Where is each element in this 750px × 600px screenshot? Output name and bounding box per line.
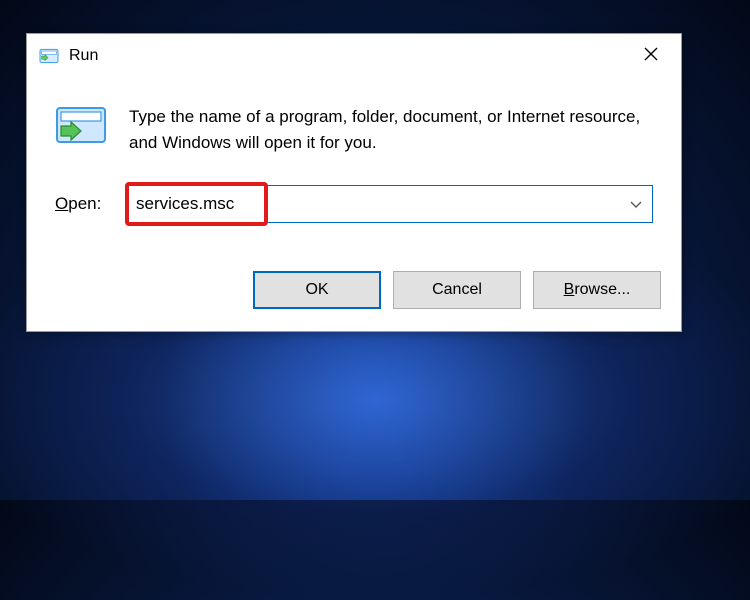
browse-button[interactable]: Browse... [533,271,661,309]
open-input[interactable] [125,185,653,223]
open-row: Open: [55,185,653,223]
run-large-icon [55,102,107,150]
close-icon [644,47,658,65]
dialog-body: Type the name of a program, folder, docu… [27,78,681,271]
open-combobox[interactable] [125,185,653,223]
run-icon [39,47,59,65]
instruction-text: Type the name of a program, folder, docu… [129,102,653,157]
titlebar: Run [27,34,681,78]
title-left: Run [39,47,98,65]
close-button[interactable] [623,36,679,76]
run-dialog: Run Type the name of a program, folder, … [26,33,682,332]
ok-button[interactable]: OK [253,271,381,309]
cancel-button[interactable]: Cancel [393,271,521,309]
button-row: OK Cancel Browse... [27,271,681,331]
instruction-row: Type the name of a program, folder, docu… [55,102,653,157]
open-label: Open: [55,194,109,214]
window-title: Run [69,47,98,65]
